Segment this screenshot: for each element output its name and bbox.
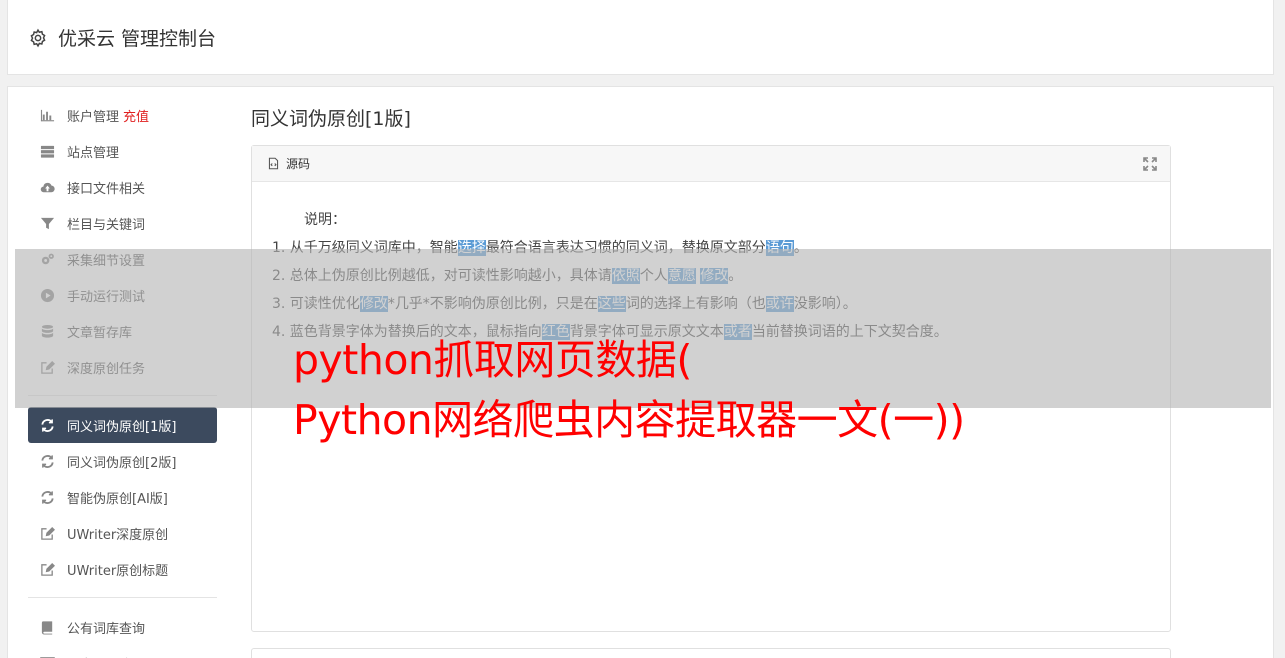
page-title: 同义词伪原创[1版] <box>251 108 411 130</box>
sidebar-item-a-3[interactable]: 栏目与关键词 <box>28 205 217 241</box>
sidebar-item-b-0[interactable]: 同义词伪原创[1版] <box>28 407 217 443</box>
sidebar-item-label: UWriter深度原创 <box>67 527 169 543</box>
gear-icon <box>30 28 46 47</box>
sidebar-item-a-2[interactable]: 接口文件相关 <box>28 169 217 205</box>
sidebar-item-b-3[interactable]: UWriter深度原创 <box>28 515 217 551</box>
fullscreen-icon[interactable] <box>1142 156 1158 172</box>
sidebar-divider <box>28 597 217 598</box>
sidebar-item-c-0[interactable]: 公有词库查询 <box>28 609 217 645</box>
recharge-link[interactable]: 充值 <box>123 106 149 125</box>
refresh-icon <box>38 452 56 470</box>
brand-title: 优采云 管理控制台 <box>58 28 217 50</box>
headline: python抓取网页数据( Python网络爬虫内容提取器一文(一)) <box>293 330 1193 450</box>
monitor-icon <box>38 654 56 658</box>
sidebar-item-b-4[interactable]: UWriter原创标题 <box>28 551 217 587</box>
sidebar-item-a-0[interactable]: 账户管理 充值 <box>28 97 217 133</box>
cloud-upload-icon <box>38 178 56 196</box>
sidebar-item-label: 栏目与关键词 <box>67 217 146 233</box>
brand[interactable]: 优采云 管理控制台 <box>28 24 216 51</box>
panel-header: 源码 <box>252 146 1170 182</box>
edit-icon <box>38 560 56 578</box>
headline-line-1: python抓取网页数据( <box>293 336 692 384</box>
intro-label: 说明： <box>304 212 346 228</box>
edit-icon <box>38 524 56 542</box>
sidebar-item-b-1[interactable]: 同义词伪原创[2版] <box>28 443 217 479</box>
sidebar-item-label: UWriter原创标题 <box>67 563 169 579</box>
sidebar-item-label: 公有词库查询 <box>67 621 146 637</box>
sidebar-item-b-2[interactable]: 智能伪原创[AI版] <box>28 479 217 515</box>
secondary-panel <box>251 648 1171 658</box>
book-icon <box>38 618 56 636</box>
top-header: 优采云 管理控制台 <box>7 0 1274 75</box>
filter-icon <box>38 214 56 232</box>
panel-title: 源码 <box>286 157 311 171</box>
bar-chart-icon <box>38 106 56 124</box>
code-file-icon <box>268 157 279 170</box>
server-icon <box>38 142 56 160</box>
refresh-icon <box>38 488 56 506</box>
sidebar-item-label: 账户管理 <box>67 109 120 125</box>
sidebar-item-label: 站点管理 <box>67 145 120 161</box>
sidebar-item-label: 同义词伪原创[2版] <box>67 455 177 471</box>
sidebar-item-a-1[interactable]: 站点管理 <box>28 133 217 169</box>
sidebar-item-label: 智能伪原创[AI版] <box>67 491 168 507</box>
sidebar-item-label: 正文识别演示 <box>67 654 145 658</box>
content-header: 同义词伪原创[1版] <box>251 104 1171 134</box>
headline-line-2: Python网络爬虫内容提取器一文(一)) <box>293 396 965 444</box>
refresh-icon <box>38 416 56 434</box>
sidebar-item-label: 同义词伪原创[1版] <box>67 419 177 435</box>
sidebar-item-c-1[interactable]: 正文识别演示 <box>28 645 217 658</box>
sidebar-item-label: 接口文件相关 <box>67 181 146 197</box>
